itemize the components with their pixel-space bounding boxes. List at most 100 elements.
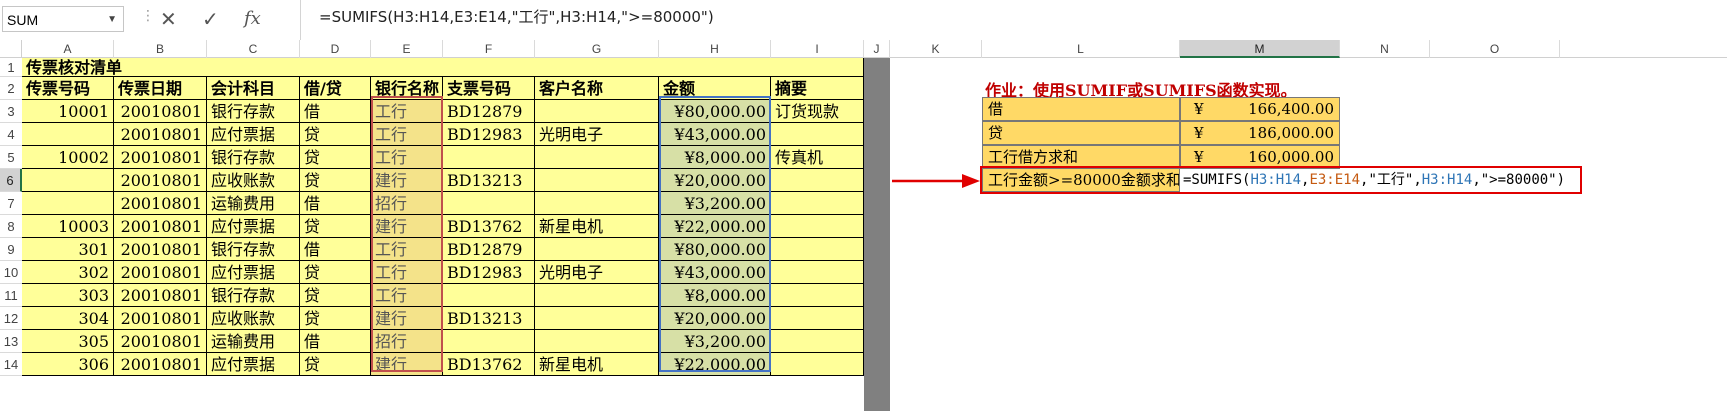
table-cell[interactable]: 应收账款 (207, 307, 300, 330)
table-cell[interactable]: 应付票据 (207, 123, 300, 146)
column-header-i[interactable]: I (771, 40, 864, 58)
insert-function-icon[interactable]: fx (244, 4, 261, 34)
table-cell[interactable]: 光明电子 (535, 261, 659, 284)
table-cell[interactable] (535, 100, 659, 123)
table-cell[interactable]: 贷 (300, 261, 371, 284)
header-cell[interactable]: 支票号码 (443, 77, 535, 100)
column-header-m[interactable]: M (1180, 40, 1340, 58)
cancel-icon[interactable]: ✕ (160, 4, 177, 34)
row-header-1[interactable]: 1 (0, 58, 22, 77)
table-cell[interactable] (771, 123, 864, 146)
table-cell[interactable] (535, 330, 659, 353)
table-cell[interactable]: 20010801 (114, 192, 207, 215)
chevron-down-icon[interactable]: ▼ (107, 7, 117, 33)
table-cell[interactable]: 应付票据 (207, 215, 300, 238)
table-cell[interactable]: BD12879 (443, 238, 535, 261)
table-cell[interactable]: 贷 (300, 307, 371, 330)
table-cell[interactable] (535, 307, 659, 330)
table-cell[interactable] (771, 307, 864, 330)
table-cell[interactable]: BD12879 (443, 100, 535, 123)
table-cell[interactable]: 贷 (300, 284, 371, 307)
row-header-10[interactable]: 10 (0, 261, 22, 284)
column-header-c[interactable]: C (207, 40, 300, 58)
table-cell[interactable]: 传真机 (771, 146, 864, 169)
header-cell[interactable]: 会计科目 (207, 77, 300, 100)
row-header-5[interactable]: 5 (0, 146, 22, 169)
table-cell[interactable]: 应收账款 (207, 169, 300, 192)
table-cell[interactable]: 银行存款 (207, 100, 300, 123)
table-cell[interactable]: 302 (22, 261, 114, 284)
table-cell[interactable]: 20010801 (114, 215, 207, 238)
table-cell[interactable]: 贷 (300, 146, 371, 169)
column-header-a[interactable]: A (22, 40, 114, 58)
column-header-n[interactable]: N (1340, 40, 1430, 58)
column-header-h[interactable]: H (659, 40, 771, 58)
table-cell[interactable]: 20010801 (114, 284, 207, 307)
table-cell[interactable]: 运输费用 (207, 330, 300, 353)
table-cell[interactable] (535, 192, 659, 215)
table-cell[interactable]: 银行存款 (207, 284, 300, 307)
row-header-13[interactable]: 13 (0, 330, 22, 353)
header-cell[interactable]: 客户名称 (535, 77, 659, 100)
summary-label[interactable]: 贷 (982, 121, 1180, 145)
select-all-corner[interactable] (0, 40, 22, 58)
table-cell[interactable] (771, 192, 864, 215)
table-cell[interactable] (535, 238, 659, 261)
table-cell[interactable] (771, 169, 864, 192)
table-cell[interactable]: 新星电机 (535, 215, 659, 238)
table-cell[interactable]: 光明电子 (535, 123, 659, 146)
header-cell[interactable]: 传票号码 (22, 77, 114, 100)
table-cell[interactable] (771, 261, 864, 284)
table-cell[interactable] (771, 353, 864, 376)
table-cell[interactable]: 订货现款 (771, 100, 864, 123)
row-header-7[interactable]: 7 (0, 192, 22, 215)
name-box[interactable]: SUM ▼ (2, 6, 124, 32)
table-cell[interactable]: 10002 (22, 146, 114, 169)
table-cell[interactable]: 借 (300, 330, 371, 353)
table-cell[interactable] (535, 169, 659, 192)
table-cell[interactable]: 20010801 (114, 123, 207, 146)
table-cell[interactable]: 20010801 (114, 261, 207, 284)
table-cell[interactable] (771, 238, 864, 261)
formula-input[interactable]: =SUMIFS(H3:H14,E3:E14,"工行",H3:H14,">=800… (300, 0, 1727, 44)
column-header-o[interactable]: O (1430, 40, 1560, 58)
row-header-2[interactable]: 2 (0, 77, 22, 100)
table-cell[interactable]: 305 (22, 330, 114, 353)
column-header-d[interactable]: D (300, 40, 371, 58)
row-header-8[interactable]: 8 (0, 215, 22, 238)
table-cell[interactable]: 20010801 (114, 238, 207, 261)
table-cell[interactable] (771, 215, 864, 238)
table-cell[interactable]: 借 (300, 192, 371, 215)
column-header-f[interactable]: F (443, 40, 535, 58)
table-cell[interactable] (771, 330, 864, 353)
table-cell[interactable] (22, 192, 114, 215)
table-cell[interactable]: 20010801 (114, 307, 207, 330)
column-header-j[interactable]: J (864, 40, 890, 58)
row-header-4[interactable]: 4 (0, 123, 22, 146)
table-cell[interactable]: 20010801 (114, 100, 207, 123)
table-cell[interactable]: 贷 (300, 353, 371, 376)
table-cell[interactable]: 借 (300, 100, 371, 123)
table-cell[interactable]: 20010801 (114, 169, 207, 192)
table-cell[interactable]: BD13213 (443, 307, 535, 330)
column-header-l[interactable]: L (982, 40, 1180, 58)
table-cell[interactable]: BD13762 (443, 215, 535, 238)
table-cell[interactable]: 贷 (300, 215, 371, 238)
row-header-11[interactable]: 11 (0, 284, 22, 307)
table-cell[interactable] (22, 123, 114, 146)
sheet-title[interactable]: 传票核对清单 (22, 58, 864, 77)
table-cell[interactable] (535, 146, 659, 169)
summary-value[interactable]: ¥186,000.00 (1180, 121, 1340, 145)
table-cell[interactable]: BD13762 (443, 353, 535, 376)
row-header-12[interactable]: 12 (0, 307, 22, 330)
summary-value[interactable]: ¥166,400.00 (1180, 97, 1340, 121)
table-cell[interactable]: 20010801 (114, 330, 207, 353)
table-cell[interactable]: 贷 (300, 169, 371, 192)
table-cell[interactable]: BD12983 (443, 261, 535, 284)
column-header-g[interactable]: G (535, 40, 659, 58)
header-cell[interactable]: 传票日期 (114, 77, 207, 100)
table-cell[interactable] (22, 169, 114, 192)
table-cell[interactable]: 应付票据 (207, 353, 300, 376)
row-header-6[interactable]: 6 (0, 169, 22, 192)
table-cell[interactable] (443, 284, 535, 307)
